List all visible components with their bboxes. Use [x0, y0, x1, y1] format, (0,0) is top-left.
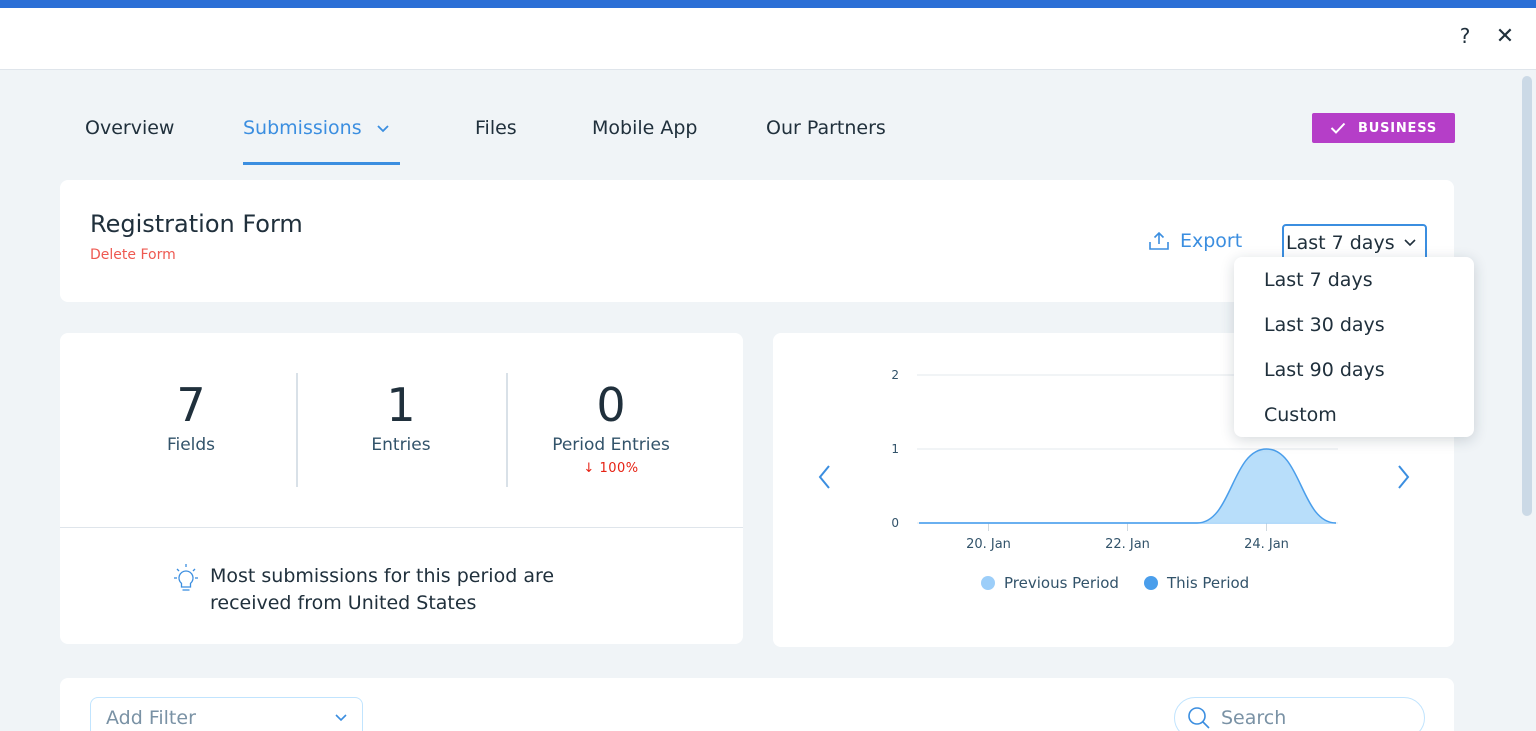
stat-period-entries: 0 Period Entries ↓ 100%: [506, 375, 716, 476]
plan-badge: BUSINESS: [1312, 113, 1455, 143]
export-label: Export: [1180, 230, 1243, 252]
search-input[interactable]: Search: [1174, 697, 1425, 731]
x-tick-label: 20. Jan: [966, 537, 1011, 552]
chevron-down-icon: [376, 124, 389, 132]
tab-files[interactable]: Files: [475, 117, 517, 139]
x-tick-label: 22. Jan: [1105, 537, 1150, 552]
insight: Most submissions for this period are rec…: [170, 563, 630, 617]
chevron-down-icon: [335, 714, 347, 722]
period-option-last-90-days[interactable]: Last 90 days: [1264, 359, 1385, 381]
lightbulb-icon: [174, 564, 198, 591]
period-dropdown-menu: Last 7 days Last 30 days Last 90 days Cu…: [1234, 257, 1474, 437]
stat-period-entries-label: Period Entries: [552, 435, 670, 455]
legend-marker: [1144, 576, 1158, 590]
period-option-last-30-days[interactable]: Last 30 days: [1264, 314, 1385, 336]
window-top-strip: [0, 0, 1536, 8]
stat-fields-value: 7: [176, 378, 206, 432]
stat-fields-label: Fields: [166, 435, 216, 455]
arrow-down-icon: ↓: [583, 461, 595, 476]
stat-period-entries-value: 0: [596, 378, 626, 432]
y-tick-label: 2: [891, 368, 899, 382]
series-area: [919, 449, 1336, 523]
check-icon: [1330, 122, 1346, 134]
add-filter-label: Add Filter: [106, 707, 196, 729]
stat-trend-value: 100%: [599, 461, 639, 476]
x-tick-label: 24. Jan: [1244, 537, 1289, 552]
plan-badge-label: BUSINESS: [1358, 120, 1437, 136]
legend-marker: [981, 576, 995, 590]
stat-entries-label: Entries: [371, 435, 431, 455]
page-title: Registration Form: [90, 210, 303, 238]
stat-entries: 1 Entries: [296, 375, 506, 455]
active-tab-underline: [243, 162, 400, 165]
scrollbar-thumb[interactable]: [1522, 76, 1532, 516]
stat-entries-value: 1: [386, 378, 416, 432]
tab-overview[interactable]: Overview: [85, 117, 174, 139]
y-tick-label: 1: [891, 442, 899, 456]
tab-submissions[interactable]: Submissions: [243, 117, 390, 139]
y-tick-label: 0: [891, 516, 899, 530]
tab-mobile-app[interactable]: Mobile App: [592, 117, 697, 139]
modal-header-bar: ? ✕: [0, 8, 1536, 70]
insight-text: Most submissions for this period are rec…: [210, 565, 555, 614]
export-button[interactable]: Export: [1148, 230, 1242, 252]
stat-fields: 7 Fields: [86, 375, 296, 455]
submissions-table-card: Add Filter Search: [60, 678, 1454, 731]
search-placeholder: Search: [1221, 707, 1287, 729]
upload-icon: [1149, 231, 1169, 250]
close-icon[interactable]: ✕: [1495, 24, 1515, 49]
tab-submissions-label: Submissions: [243, 117, 362, 139]
chevron-down-icon: [1404, 239, 1416, 247]
legend-label: Previous Period: [1004, 574, 1119, 592]
legend-label: This Period: [1166, 574, 1249, 592]
tab-our-partners[interactable]: Our Partners: [766, 117, 886, 139]
stats-divider: [60, 527, 743, 528]
period-option-last-7-days[interactable]: Last 7 days: [1264, 269, 1373, 291]
page-scrollbar[interactable]: [1519, 70, 1536, 731]
delete-form-link[interactable]: Delete Form: [90, 247, 176, 263]
period-select-value: Last 7 days: [1286, 232, 1395, 254]
search-icon: [1188, 707, 1210, 729]
stat-trend: ↓ 100%: [506, 461, 716, 476]
period-option-custom[interactable]: Custom: [1264, 404, 1337, 426]
help-icon[interactable]: ?: [1455, 24, 1475, 48]
stats-card: 7 Fields 1 Entries 0 Period Entries ↓ 10…: [60, 333, 743, 644]
add-filter-dropdown[interactable]: Add Filter: [90, 697, 363, 731]
